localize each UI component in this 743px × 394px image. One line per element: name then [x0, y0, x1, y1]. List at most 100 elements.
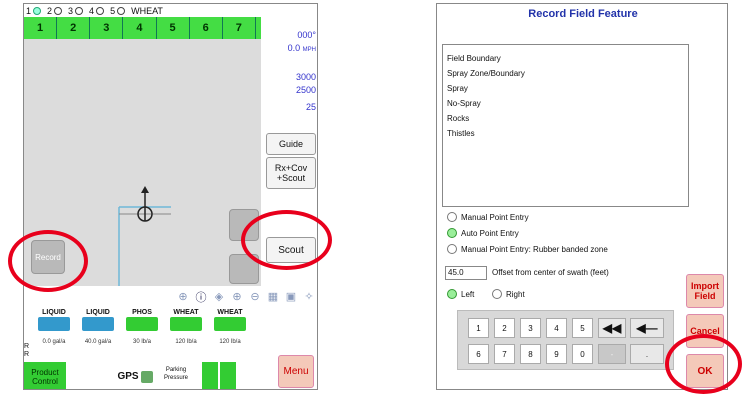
rate-bar	[126, 317, 158, 331]
radio-icon	[447, 212, 457, 222]
backspace-key[interactable]: ◀—	[630, 318, 664, 338]
stat-value: 2500	[295, 85, 316, 95]
cancel-button[interactable]: Cancel	[686, 314, 724, 348]
stat-value: 25	[305, 102, 316, 112]
manual-point-entry-radio[interactable]: Manual Point Entry	[447, 212, 529, 222]
product-selector-row: 1 2 3 4 5 WHEAT	[24, 4, 289, 17]
radio-icon	[117, 6, 126, 15]
key-8[interactable]: 8	[520, 344, 541, 364]
minus-key[interactable]: -	[598, 344, 626, 364]
gps-button[interactable]: GPS	[114, 362, 156, 389]
ok-button[interactable]: OK	[686, 354, 724, 388]
rate-bar	[214, 317, 246, 331]
record-field-feature-dialog: Record Field Feature Field Boundary Spra…	[436, 3, 728, 390]
key-9[interactable]: 9	[546, 344, 567, 364]
key-3[interactable]: 3	[520, 318, 541, 338]
list-item[interactable]: Field Boundary	[447, 51, 684, 66]
vehicle-icon	[137, 186, 153, 222]
satellite-icon[interactable]: ✧	[302, 290, 316, 304]
map-gray-button[interactable]	[229, 254, 259, 284]
info-icon[interactable]: ⓘ	[194, 290, 208, 304]
offset-field[interactable]: 45.0	[445, 266, 487, 280]
product-option-5[interactable]: 5	[110, 6, 127, 16]
speed-value: 0.0 MPH	[287, 43, 316, 53]
import-field-button[interactable]: Import Field	[686, 274, 724, 308]
target-icon[interactable]: ◈	[212, 290, 226, 304]
run-screen-panel: 1 2 3 4 5 WHEAT 1 2 3 4 5 6 7 8 Record	[23, 3, 318, 390]
section-button[interactable]: 6	[189, 17, 223, 39]
numeric-keypad: 1 2 3 4 5 ◀◀ ◀— 6 7 8 9 0 - .	[457, 310, 674, 370]
product-tile[interactable]: LIQUID 0.0 gal/a	[34, 307, 74, 362]
product-option-2[interactable]: 2	[47, 6, 64, 16]
section-button[interactable]: 2	[57, 17, 91, 39]
map-gray-button[interactable]	[229, 209, 259, 241]
product-tile[interactable]: WHEAT 120 lb/a	[166, 307, 206, 362]
layers-icon[interactable]: ▣	[284, 290, 298, 304]
heading-value: 000°	[297, 30, 316, 40]
key-7[interactable]: 7	[494, 344, 515, 364]
rxcov-scout-button[interactable]: Rx+Cov +Scout	[266, 157, 316, 189]
product-option-4[interactable]: 4	[89, 6, 106, 16]
radio-icon	[492, 289, 502, 299]
status-tile	[202, 362, 218, 389]
key-0[interactable]: 0	[572, 344, 593, 364]
clear-all-key[interactable]: ◀◀	[598, 318, 626, 338]
status-sidebar: 000° 0.0 MPH 3000 2500 25 Guide Rx+Cov +…	[261, 17, 317, 307]
offset-label: Offset from center of swath (feet)	[492, 268, 609, 277]
bottom-bar: Product Control GPS Parking Pressure	[24, 362, 317, 389]
list-item[interactable]: Rocks	[447, 111, 684, 126]
gps-status-icon	[140, 370, 153, 383]
checked-radio-icon	[447, 228, 457, 238]
decimal-key[interactable]: .	[630, 344, 664, 364]
list-item[interactable]: Spray	[447, 81, 684, 96]
product-tile[interactable]: LIQUID 40.0 gal/a	[78, 307, 118, 362]
radio-icon	[75, 6, 84, 15]
product-tile[interactable]: WHEAT 120 lb/a	[210, 307, 250, 362]
feature-list[interactable]: Field Boundary Spray Zone/Boundary Spray…	[442, 44, 689, 207]
radio-icon	[54, 6, 63, 15]
list-item[interactable]: No-Spray	[447, 96, 684, 111]
right-side-radio[interactable]: Right	[492, 289, 525, 299]
key-2[interactable]: 2	[494, 318, 515, 338]
product-option-1[interactable]: 1	[26, 6, 43, 16]
product-tile[interactable]: PHOS 30 lb/a	[122, 307, 162, 362]
list-item[interactable]: Thistles	[447, 126, 684, 141]
pin-icon[interactable]: ⊕	[176, 290, 190, 304]
key-5[interactable]: 5	[572, 318, 593, 338]
boom-sections-bar: 1 2 3 4 5 6 7 8	[24, 17, 289, 39]
product-option-3[interactable]: 3	[68, 6, 85, 16]
rate-labels: RR	[24, 343, 30, 358]
scout-button[interactable]: Scout	[266, 237, 316, 263]
product-name: WHEAT	[131, 5, 163, 16]
radio-icon	[447, 244, 457, 254]
checked-radio-icon	[33, 6, 42, 15]
guide-button[interactable]: Guide	[266, 133, 316, 155]
list-item[interactable]: Spray Zone/Boundary	[447, 66, 684, 81]
key-6[interactable]: 6	[468, 344, 489, 364]
rubber-banded-zone-radio[interactable]: Manual Point Entry: Rubber banded zone	[447, 244, 608, 254]
parking-pressure-label: Parking Pressure	[163, 367, 188, 381]
section-button[interactable]: 4	[123, 17, 157, 39]
rate-bar	[82, 317, 114, 331]
grid-icon[interactable]: ▦	[266, 290, 280, 304]
rate-bar	[170, 317, 202, 331]
section-button[interactable]: 5	[156, 17, 190, 39]
dialog-title: Record Field Feature	[528, 8, 638, 20]
checked-radio-icon	[447, 289, 457, 299]
section-button[interactable]: 7	[222, 17, 256, 39]
auto-point-entry-radio[interactable]: Auto Point Entry	[447, 228, 519, 238]
product-status-area: RR LIQUID 0.0 gal/a LIQUID 40.0 gal/a PH…	[24, 307, 264, 362]
rate-bar	[38, 317, 70, 331]
stat-value: 3000	[295, 72, 316, 82]
key-4[interactable]: 4	[546, 318, 567, 338]
key-1[interactable]: 1	[468, 318, 489, 338]
section-button[interactable]: 1	[24, 17, 58, 39]
map-toolbar: ⊕ ⓘ ◈ ⊕ ⊖ ▦ ▣ ✧	[24, 286, 317, 307]
section-button[interactable]: 3	[90, 17, 124, 39]
zoom-in-icon[interactable]: ⊕	[230, 290, 244, 304]
menu-button[interactable]: Menu	[278, 355, 314, 388]
record-button[interactable]: Record	[31, 240, 65, 274]
zoom-out-icon[interactable]: ⊖	[248, 290, 262, 304]
left-side-radio[interactable]: Left	[447, 289, 474, 299]
product-control-button[interactable]: Product Control	[24, 362, 66, 389]
